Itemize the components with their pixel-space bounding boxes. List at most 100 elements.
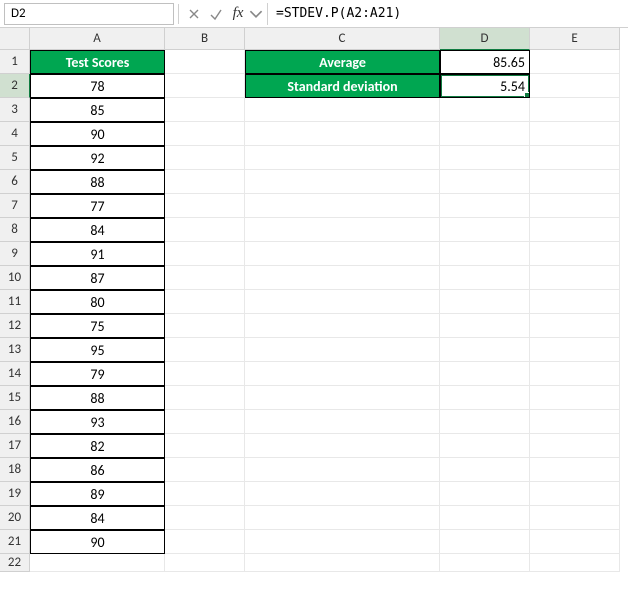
cell-e17[interactable] <box>530 434 620 458</box>
cell-c15[interactable] <box>245 386 440 410</box>
cell-c12[interactable] <box>245 314 440 338</box>
row-header-8[interactable]: 8 <box>0 218 30 242</box>
cell-c4[interactable] <box>245 122 440 146</box>
cell-d8[interactable] <box>440 218 530 242</box>
cell-d15[interactable] <box>440 386 530 410</box>
cell-c21[interactable] <box>245 530 440 554</box>
cell-d18[interactable] <box>440 458 530 482</box>
cell-b20[interactable] <box>165 506 245 530</box>
cell-e3[interactable] <box>530 98 620 122</box>
cell-c7[interactable] <box>245 194 440 218</box>
fx-icon[interactable]: fx <box>227 3 249 25</box>
cell-e8[interactable] <box>530 218 620 242</box>
cell-d21[interactable] <box>440 530 530 554</box>
cell-e5[interactable] <box>530 146 620 170</box>
cell-a11[interactable]: 80 <box>30 290 165 314</box>
cell-c18[interactable] <box>245 458 440 482</box>
cell-b5[interactable] <box>165 146 245 170</box>
cell-d1[interactable]: 85.65 <box>440 50 530 74</box>
cell-e13[interactable] <box>530 338 620 362</box>
cell-b13[interactable] <box>165 338 245 362</box>
cell-b14[interactable] <box>165 362 245 386</box>
cell-c6[interactable] <box>245 170 440 194</box>
row-header-18[interactable]: 18 <box>0 458 30 482</box>
cell-c8[interactable] <box>245 218 440 242</box>
cell-e15[interactable] <box>530 386 620 410</box>
cell-a5[interactable]: 92 <box>30 146 165 170</box>
row-header-5[interactable]: 5 <box>0 146 30 170</box>
cell-a8[interactable]: 84 <box>30 218 165 242</box>
col-header-e[interactable]: E <box>530 28 620 50</box>
cell-c11[interactable] <box>245 290 440 314</box>
cell-c20[interactable] <box>245 506 440 530</box>
cell-a10[interactable]: 87 <box>30 266 165 290</box>
cell-a3[interactable]: 85 <box>30 98 165 122</box>
row-header-20[interactable]: 20 <box>0 506 30 530</box>
cell-d7[interactable] <box>440 194 530 218</box>
cell-c1[interactable]: Average <box>245 50 440 74</box>
cell-a17[interactable]: 82 <box>30 434 165 458</box>
cell-b7[interactable] <box>165 194 245 218</box>
row-header-16[interactable]: 16 <box>0 410 30 434</box>
cell-b4[interactable] <box>165 122 245 146</box>
row-header-14[interactable]: 14 <box>0 362 30 386</box>
row-header-4[interactable]: 4 <box>0 122 30 146</box>
spreadsheet-grid[interactable]: A B C D E 1 Test Scores Average 85.65 2 … <box>0 28 628 572</box>
cell-e6[interactable] <box>530 170 620 194</box>
row-header-1[interactable]: 1 <box>0 50 30 74</box>
cell-b22[interactable] <box>165 554 245 572</box>
cell-a20[interactable]: 84 <box>30 506 165 530</box>
row-header-10[interactable]: 10 <box>0 266 30 290</box>
row-header-7[interactable]: 7 <box>0 194 30 218</box>
select-all-corner[interactable] <box>0 28 30 50</box>
cell-e11[interactable] <box>530 290 620 314</box>
cell-a12[interactable]: 75 <box>30 314 165 338</box>
cell-b9[interactable] <box>165 242 245 266</box>
cell-e10[interactable] <box>530 266 620 290</box>
cell-e18[interactable] <box>530 458 620 482</box>
col-header-d[interactable]: D <box>440 28 530 50</box>
cell-e1[interactable] <box>530 50 620 74</box>
cell-e19[interactable] <box>530 482 620 506</box>
cell-a9[interactable]: 91 <box>30 242 165 266</box>
cell-c10[interactable] <box>245 266 440 290</box>
cell-c16[interactable] <box>245 410 440 434</box>
cell-e9[interactable] <box>530 242 620 266</box>
cell-c14[interactable] <box>245 362 440 386</box>
cell-c13[interactable] <box>245 338 440 362</box>
cell-c17[interactable] <box>245 434 440 458</box>
cell-a1[interactable]: Test Scores <box>30 50 165 74</box>
cell-a14[interactable]: 79 <box>30 362 165 386</box>
cell-b2[interactable] <box>165 74 245 98</box>
chevron-down-icon[interactable] <box>249 3 263 25</box>
col-header-b[interactable]: B <box>165 28 245 50</box>
cell-d6[interactable] <box>440 170 530 194</box>
cell-b19[interactable] <box>165 482 245 506</box>
cell-d16[interactable] <box>440 410 530 434</box>
cell-a16[interactable]: 93 <box>30 410 165 434</box>
cell-e16[interactable] <box>530 410 620 434</box>
row-header-15[interactable]: 15 <box>0 386 30 410</box>
col-header-a[interactable]: A <box>30 28 165 50</box>
cell-e4[interactable] <box>530 122 620 146</box>
cell-c9[interactable] <box>245 242 440 266</box>
cell-d12[interactable] <box>440 314 530 338</box>
row-header-19[interactable]: 19 <box>0 482 30 506</box>
row-header-3[interactable]: 3 <box>0 98 30 122</box>
cell-b6[interactable] <box>165 170 245 194</box>
cell-e7[interactable] <box>530 194 620 218</box>
cell-c5[interactable] <box>245 146 440 170</box>
cell-b21[interactable] <box>165 530 245 554</box>
cell-c22[interactable] <box>245 554 440 572</box>
cell-b1[interactable] <box>165 50 245 74</box>
cell-b15[interactable] <box>165 386 245 410</box>
row-header-11[interactable]: 11 <box>0 290 30 314</box>
cell-a19[interactable]: 89 <box>30 482 165 506</box>
cell-d19[interactable] <box>440 482 530 506</box>
cell-a22[interactable] <box>30 554 165 572</box>
cell-b10[interactable] <box>165 266 245 290</box>
cell-e2[interactable] <box>530 74 620 98</box>
cell-e21[interactable] <box>530 530 620 554</box>
cell-c2[interactable]: Standard deviation <box>245 74 440 98</box>
cell-c19[interactable] <box>245 482 440 506</box>
